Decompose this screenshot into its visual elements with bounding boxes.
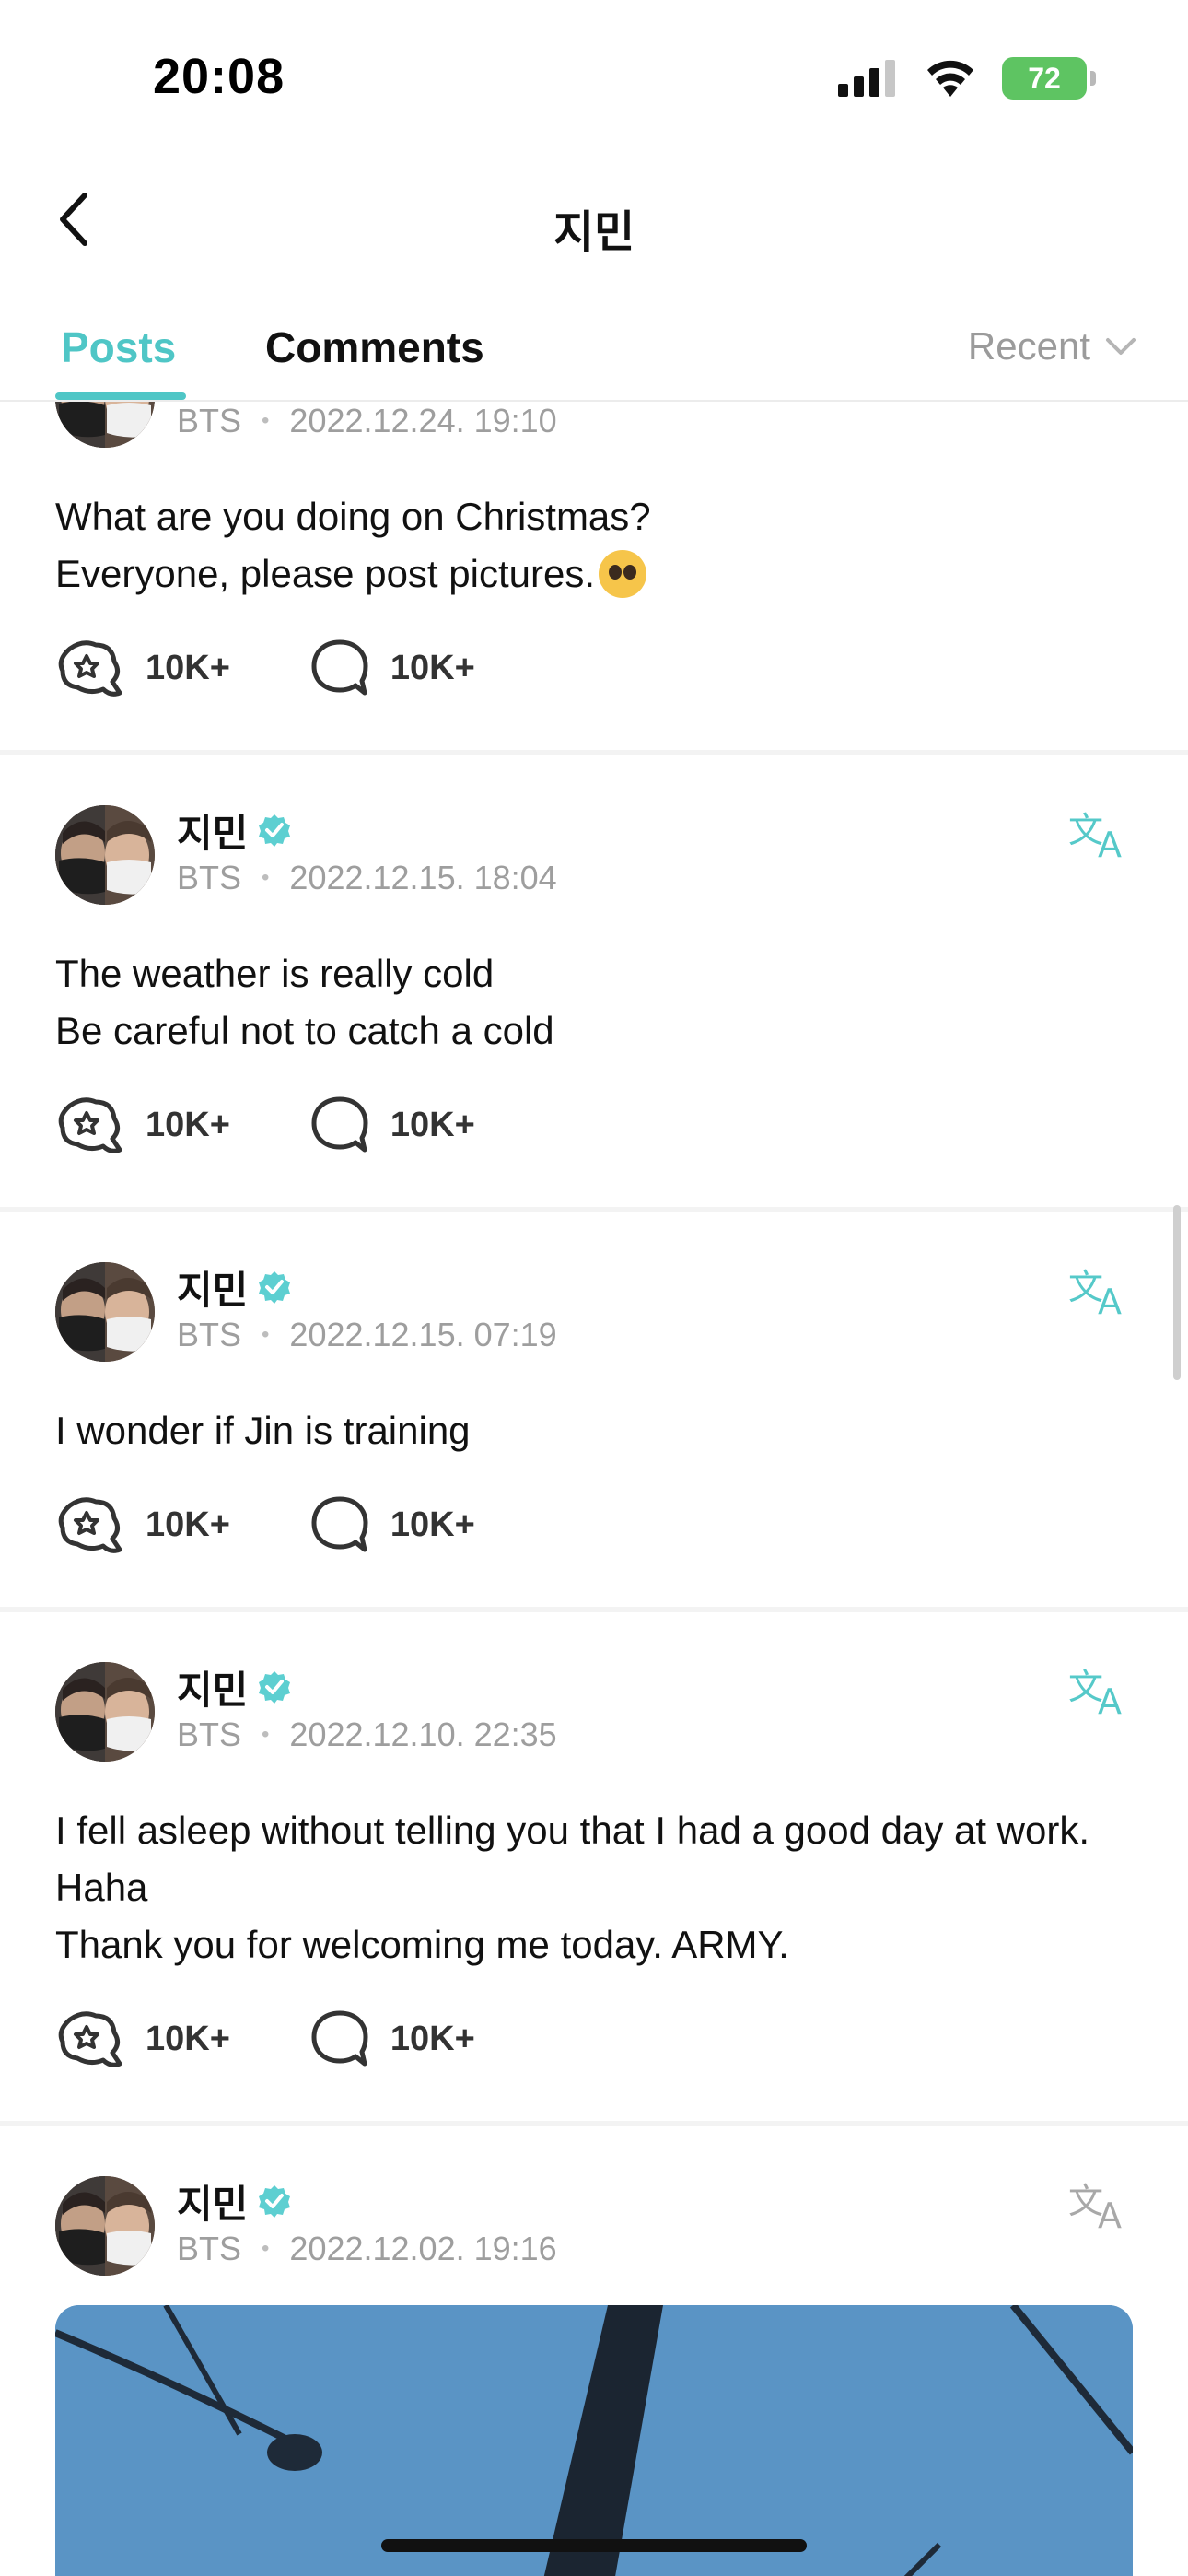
translate-icon[interactable]: 文 A bbox=[1068, 805, 1133, 861]
svg-text:A: A bbox=[1098, 1681, 1122, 1717]
svg-text:A: A bbox=[1098, 2195, 1122, 2231]
post-card[interactable]: 지민 BTS • 2022.12.02. 19:16 文 A bbox=[0, 2126, 1188, 2576]
svg-text:A: A bbox=[1098, 402, 1122, 404]
verified-badge-icon bbox=[259, 1671, 291, 1704]
avatar-image bbox=[55, 1262, 155, 1362]
comment-count: 10K+ bbox=[390, 648, 475, 687]
cheer-like-icon bbox=[58, 1097, 122, 1153]
verified-badge-icon bbox=[259, 2185, 291, 2218]
comment-count: 10K+ bbox=[390, 1505, 475, 1544]
avatar[interactable] bbox=[55, 402, 155, 448]
avatar-image bbox=[55, 402, 155, 448]
meta-separator: • bbox=[262, 2236, 270, 2261]
svg-text:A: A bbox=[1098, 1282, 1122, 1317]
tab-bar: Posts Comments Recent bbox=[0, 286, 1188, 402]
sort-selected-label: Recent bbox=[967, 324, 1090, 368]
verified-badge-icon bbox=[259, 1271, 291, 1304]
avatar-image bbox=[55, 1662, 155, 1762]
translate-icon[interactable]: 文 A bbox=[1068, 1262, 1133, 1317]
sort-dropdown[interactable]: Recent bbox=[968, 324, 1136, 369]
active-tab-indicator bbox=[55, 392, 186, 400]
chevron-down-icon bbox=[1106, 338, 1136, 355]
like-button[interactable]: 10K+ bbox=[55, 1493, 230, 1557]
author-name[interactable]: 지민 bbox=[177, 1659, 248, 1715]
post-date: 2022.12.24. 19:10 bbox=[289, 402, 557, 439]
like-count: 10K+ bbox=[146, 1505, 230, 1544]
comment-bubble-icon bbox=[311, 1096, 368, 1153]
post-date: 2022.12.15. 07:19 bbox=[289, 1316, 557, 1353]
page-title: 지민 bbox=[553, 208, 635, 257]
post-card[interactable]: 지민 BTS • 2022.12.10. 22:35 文 A I fell as… bbox=[0, 1612, 1188, 2126]
comment-button[interactable]: 10K+ bbox=[309, 638, 475, 698]
avatar[interactable] bbox=[55, 1662, 155, 1762]
battery-icon: 72 bbox=[1002, 57, 1096, 100]
meta-separator: • bbox=[262, 408, 270, 433]
nav-header: 지민 bbox=[0, 157, 1188, 286]
post-text: The weather is really cold Be careful no… bbox=[55, 952, 554, 1052]
home-indicator[interactable] bbox=[381, 2539, 807, 2552]
tab-posts[interactable]: Posts bbox=[61, 322, 176, 372]
posts-feed[interactable]: 지민 BTS • 2022.12.24. 19:10 文 A bbox=[0, 402, 1188, 2576]
cheer-like-icon bbox=[58, 640, 122, 697]
comment-bubble-icon bbox=[311, 2010, 368, 2067]
like-count: 10K+ bbox=[146, 1105, 230, 1144]
post-image[interactable] bbox=[55, 2305, 1133, 2576]
avatar[interactable] bbox=[55, 805, 155, 905]
translate-icon[interactable]: 文 A bbox=[1068, 1662, 1133, 1717]
scrollbar[interactable] bbox=[1173, 1205, 1181, 1380]
group-name: BTS bbox=[177, 859, 242, 896]
comment-bubble-icon bbox=[311, 639, 368, 696]
status-icons: 72 bbox=[838, 57, 1096, 100]
post-text: What are you doing on Christmas? Everyon… bbox=[55, 488, 1133, 603]
group-name: BTS bbox=[177, 2230, 242, 2267]
post-date: 2022.12.15. 18:04 bbox=[289, 859, 557, 896]
avatar-image bbox=[55, 805, 155, 905]
cellular-signal-icon bbox=[838, 60, 895, 97]
meta-separator: • bbox=[262, 865, 270, 890]
author-name[interactable]: 지민 bbox=[177, 2173, 248, 2230]
translate-icon[interactable]: 文 A bbox=[1068, 402, 1133, 404]
meta-separator: • bbox=[262, 1722, 270, 1747]
post-text-content: What are you doing on Christmas? Everyon… bbox=[55, 495, 651, 595]
group-name: BTS bbox=[177, 402, 242, 439]
like-count: 10K+ bbox=[146, 648, 230, 687]
post-card[interactable]: 지민 BTS • 2022.12.15. 07:19 文 A I wonder … bbox=[0, 1212, 1188, 1612]
post-text: I wonder if Jin is training bbox=[55, 1409, 471, 1452]
comment-bubble-icon bbox=[311, 1496, 368, 1552]
post-card[interactable]: 지민 BTS • 2022.12.24. 19:10 文 A bbox=[0, 402, 1188, 755]
comment-count: 10K+ bbox=[390, 2019, 475, 2058]
like-button[interactable]: 10K+ bbox=[55, 2007, 230, 2071]
like-button[interactable]: 10K+ bbox=[55, 1093, 230, 1157]
comment-button[interactable]: 10K+ bbox=[309, 1095, 475, 1155]
post-card[interactable]: 지민 BTS • 2022.12.15. 18:04 文 A The weath… bbox=[0, 755, 1188, 1212]
avatar[interactable] bbox=[55, 1262, 155, 1362]
wifi-icon bbox=[927, 60, 973, 97]
cheer-like-icon bbox=[58, 2011, 122, 2067]
avatar[interactable] bbox=[55, 2176, 155, 2276]
group-name: BTS bbox=[177, 1715, 242, 1753]
like-count: 10K+ bbox=[146, 2019, 230, 2058]
author-name[interactable]: 지민 bbox=[177, 802, 248, 859]
pleading-face-emoji-icon bbox=[599, 550, 646, 598]
translate-icon[interactable]: 文 A bbox=[1068, 2176, 1133, 2231]
post-text: I fell asleep without telling you that I… bbox=[55, 1809, 1090, 1966]
post-date: 2022.12.10. 22:35 bbox=[289, 1715, 557, 1753]
svg-text:A: A bbox=[1098, 825, 1122, 861]
verified-badge-icon bbox=[259, 814, 291, 847]
avatar-image bbox=[55, 2176, 155, 2276]
tab-comments[interactable]: Comments bbox=[265, 322, 484, 372]
cheer-like-icon bbox=[58, 1497, 122, 1553]
like-button[interactable]: 10K+ bbox=[55, 636, 230, 700]
meta-separator: • bbox=[262, 1322, 270, 1347]
post-date: 2022.12.02. 19:16 bbox=[289, 2230, 557, 2267]
comment-count: 10K+ bbox=[390, 1105, 475, 1144]
status-bar: 20:08 72 bbox=[0, 0, 1188, 157]
post-photo bbox=[55, 2305, 1133, 2576]
comment-button[interactable]: 10K+ bbox=[309, 2008, 475, 2069]
author-name[interactable]: 지민 bbox=[177, 1259, 248, 1316]
battery-level: 72 bbox=[1028, 61, 1061, 95]
group-name: BTS bbox=[177, 1316, 242, 1353]
status-time: 20:08 bbox=[153, 49, 285, 104]
comment-button[interactable]: 10K+ bbox=[309, 1494, 475, 1555]
